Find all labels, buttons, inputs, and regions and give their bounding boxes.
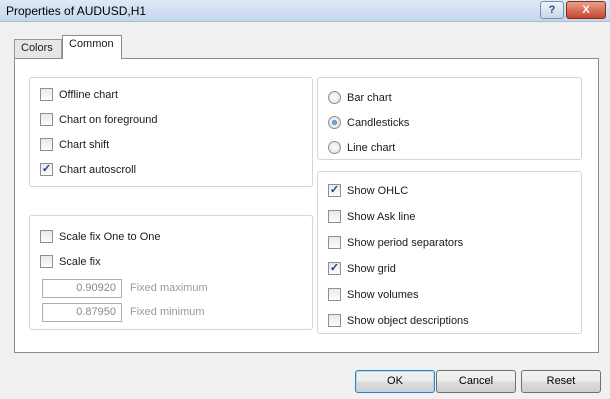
chart-autoscroll-checkbox[interactable]: ✓	[40, 163, 53, 176]
help-icon: ?	[548, 4, 556, 16]
candlesticks-label: Candlesticks	[347, 117, 410, 129]
chart-autoscroll-label: Chart autoscroll	[59, 164, 137, 176]
show-volumes-checkbox[interactable]	[328, 288, 341, 301]
radio-selected-dot	[332, 120, 337, 125]
bar-chart-radio[interactable]	[328, 91, 341, 104]
fixed-minimum-input[interactable]: 0.87950	[42, 303, 122, 322]
show-period-separators-checkbox[interactable]	[328, 236, 341, 249]
show-ask-line-label: Show Ask line	[347, 211, 416, 223]
chart-options-group: Offline chart Chart on foreground Chart …	[29, 77, 313, 187]
display-options-group: ✓ Show OHLC Show Ask line Show period se…	[317, 171, 582, 334]
bar-chart-label: Bar chart	[347, 92, 392, 104]
chart-on-foreground-checkbox[interactable]	[40, 113, 53, 126]
properties-dialog: Properties of AUDUSD,H1 ? X Colors Commo…	[0, 0, 610, 399]
chart-shift-label: Chart shift	[59, 139, 110, 151]
show-period-separators-label: Show period separators	[347, 237, 464, 249]
fixed-maximum-input[interactable]: 0.90920	[42, 279, 122, 298]
show-volumes-label: Show volumes	[347, 289, 419, 301]
show-object-descriptions-label: Show object descriptions	[347, 315, 469, 327]
show-ohlc-label: Show OHLC	[347, 185, 409, 197]
line-chart-radio[interactable]	[328, 141, 341, 154]
line-chart-label: Line chart	[347, 142, 396, 154]
title-bar: Properties of AUDUSD,H1 ? X	[0, 0, 610, 22]
reset-button[interactable]: Reset	[521, 370, 601, 393]
show-object-descriptions-checkbox[interactable]	[328, 314, 341, 327]
tab-common[interactable]: Common	[62, 35, 122, 59]
help-button[interactable]: ?	[540, 1, 564, 19]
tab-colors[interactable]: Colors	[14, 39, 62, 58]
close-icon: X	[582, 4, 590, 16]
show-grid-label: Show grid	[347, 263, 396, 275]
show-ask-line-checkbox[interactable]	[328, 210, 341, 223]
common-tab-panel: Offline chart Chart on foreground Chart …	[14, 58, 599, 353]
close-button[interactable]: X	[566, 1, 606, 19]
chart-shift-checkbox[interactable]	[40, 138, 53, 151]
cancel-button[interactable]: Cancel	[436, 370, 516, 393]
offline-chart-label: Offline chart	[59, 89, 119, 101]
fixed-minimum-label: Fixed minimum	[130, 306, 205, 318]
scale-fix-one-to-one-checkbox[interactable]	[40, 230, 53, 243]
chart-type-group: Bar chart Candlesticks Line chart	[317, 77, 582, 160]
ok-button[interactable]: OK	[355, 370, 435, 393]
candlesticks-radio[interactable]	[328, 116, 341, 129]
show-grid-checkbox[interactable]: ✓	[328, 262, 341, 275]
show-ohlc-checkbox[interactable]: ✓	[328, 184, 341, 197]
window-title: Properties of AUDUSD,H1	[6, 4, 147, 18]
offline-chart-checkbox[interactable]	[40, 88, 53, 101]
scale-group: Scale fix One to One Scale fix 0.90920 F…	[29, 215, 313, 330]
fixed-maximum-label: Fixed maximum	[130, 282, 208, 294]
scale-fix-label: Scale fix	[59, 256, 101, 268]
scale-fix-checkbox[interactable]	[40, 255, 53, 268]
chart-on-foreground-label: Chart on foreground	[59, 114, 158, 126]
scale-fix-one-to-one-label: Scale fix One to One	[59, 231, 161, 243]
